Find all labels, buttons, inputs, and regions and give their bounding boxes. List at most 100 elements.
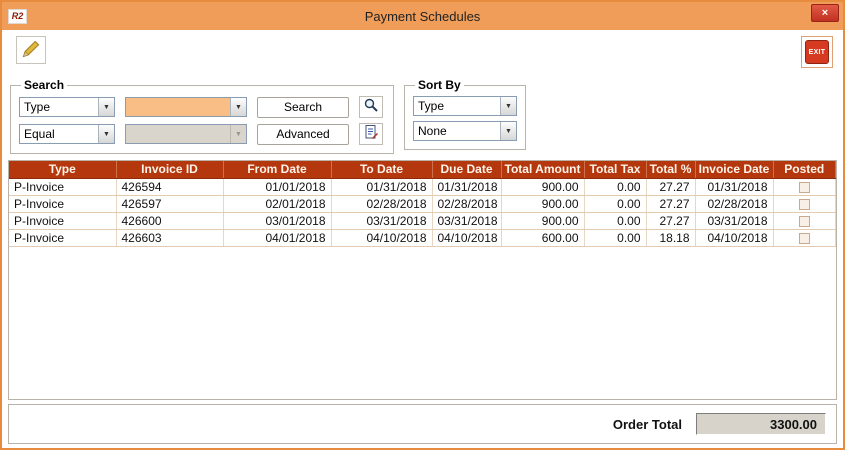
column-header[interactable]: To Date [331,161,432,178]
chevron-down-icon[interactable]: ▼ [500,97,516,115]
search-magnifier-button[interactable] [359,96,383,118]
sort-primary-combo[interactable]: Type ▼ [413,96,517,116]
table-cell: 0.00 [584,195,646,212]
table-cell: 01/01/2018 [223,178,331,195]
footer-bar: Order Total 3300.00 [8,404,837,444]
chevron-down-icon[interactable]: ▼ [500,122,516,140]
chevron-down-icon[interactable]: ▼ [98,98,114,116]
exit-button[interactable]: EXIT [801,36,833,68]
order-total-label: Order Total [613,417,682,432]
edit-button[interactable] [16,36,46,64]
table-cell: 02/28/2018 [331,195,432,212]
sort-secondary-value: None [414,122,500,140]
search-operator-value: Equal [20,125,98,143]
close-icon: × [822,7,828,19]
magnifier-icon [363,97,379,118]
search-value-input[interactable] [126,98,230,116]
report-icon [363,124,379,145]
table-cell: 426597 [116,195,223,212]
table-cell: 04/10/2018 [695,229,773,246]
table-cell: 03/31/2018 [695,212,773,229]
toolbar: EXIT [8,34,837,74]
sort-by-group-label: Sort By [415,78,464,92]
table-cell: 0.00 [584,178,646,195]
sort-primary-value: Type [414,97,500,115]
table-cell: 03/31/2018 [331,212,432,229]
table-cell: P-Invoice [9,229,116,246]
table-cell: 900.00 [501,195,584,212]
table-cell: 01/31/2018 [695,178,773,195]
column-header[interactable]: Posted [773,161,836,178]
filter-section: Search Type ▼ ▼ Search [10,78,835,154]
table-cell: 04/10/2018 [432,229,501,246]
table-row[interactable]: P-Invoice42659702/01/201802/28/201802/28… [9,195,836,212]
column-header[interactable]: Invoice ID [116,161,223,178]
advanced-button[interactable]: Advanced [257,124,349,145]
table-cell: 02/28/2018 [695,195,773,212]
order-total-value: 3300.00 [696,413,826,435]
search-button[interactable]: Search [257,97,349,118]
table-row[interactable]: P-Invoice42659401/01/201801/31/201801/31… [9,178,836,195]
table-cell: 27.27 [646,212,695,229]
sort-secondary-combo[interactable]: None ▼ [413,121,517,141]
content-area: EXIT Search Type ▼ ▼ Search [2,30,843,448]
table-cell: P-Invoice [9,195,116,212]
close-button[interactable]: × [811,4,839,22]
table-cell: 02/01/2018 [223,195,331,212]
table-cell: 0.00 [584,212,646,229]
payment-schedules-window: R2 Payment Schedules × EXIT Search [0,0,845,450]
table-row[interactable]: P-Invoice42660304/01/201804/10/201804/10… [9,229,836,246]
table-cell: 900.00 [501,178,584,195]
posted-checkbox[interactable] [799,182,810,193]
app-logo-icon: R2 [8,9,27,24]
table-cell: 01/31/2018 [432,178,501,195]
schedule-table-container: TypeInvoice IDFrom DateTo DateDue DateTo… [8,160,837,400]
table-cell: 426600 [116,212,223,229]
pencil-icon [21,39,41,62]
table-cell: 900.00 [501,212,584,229]
posted-checkbox[interactable] [799,233,810,244]
table-cell: 02/28/2018 [432,195,501,212]
chevron-down-icon: ▼ [230,125,246,143]
titlebar: R2 Payment Schedules × [2,2,843,30]
table-cell: 27.27 [646,195,695,212]
column-header[interactable]: Total Amount [501,161,584,178]
posted-cell [773,195,836,212]
search-operator-combo[interactable]: Equal ▼ [19,124,115,144]
posted-checkbox[interactable] [799,216,810,227]
window-title: Payment Schedules [2,9,843,24]
column-header[interactable]: Due Date [432,161,501,178]
column-header[interactable]: Total Tax [584,161,646,178]
column-header[interactable]: Total % [646,161,695,178]
table-row[interactable]: P-Invoice42660003/01/201803/31/201803/31… [9,212,836,229]
posted-cell [773,229,836,246]
table-cell: 01/31/2018 [331,178,432,195]
table-cell: 600.00 [501,229,584,246]
column-header[interactable]: Invoice Date [695,161,773,178]
search-field-combo[interactable]: Type ▼ [19,97,115,117]
exit-icon: EXIT [805,40,829,64]
sort-by-group: Sort By Type ▼ None ▼ [404,78,526,150]
search-value-combo[interactable]: ▼ [125,97,247,117]
posted-cell [773,178,836,195]
search-field-value: Type [20,98,98,116]
table-cell: 27.27 [646,178,695,195]
table-cell: P-Invoice [9,178,116,195]
chevron-down-icon[interactable]: ▼ [98,125,114,143]
column-header[interactable]: Type [9,161,116,178]
table-cell: 03/01/2018 [223,212,331,229]
table-cell: 18.18 [646,229,695,246]
search-value2-input [126,125,230,143]
table-cell: 426603 [116,229,223,246]
search-value2-combo: ▼ [125,124,247,144]
table-cell: 426594 [116,178,223,195]
column-header[interactable]: From Date [223,161,331,178]
advanced-search-icon-button[interactable] [359,123,383,145]
search-group-label: Search [21,78,67,92]
posted-checkbox[interactable] [799,199,810,210]
chevron-down-icon[interactable]: ▼ [230,98,246,116]
table-cell: 03/31/2018 [432,212,501,229]
posted-cell [773,212,836,229]
search-group: Search Type ▼ ▼ Search [10,78,394,154]
table-cell: 0.00 [584,229,646,246]
